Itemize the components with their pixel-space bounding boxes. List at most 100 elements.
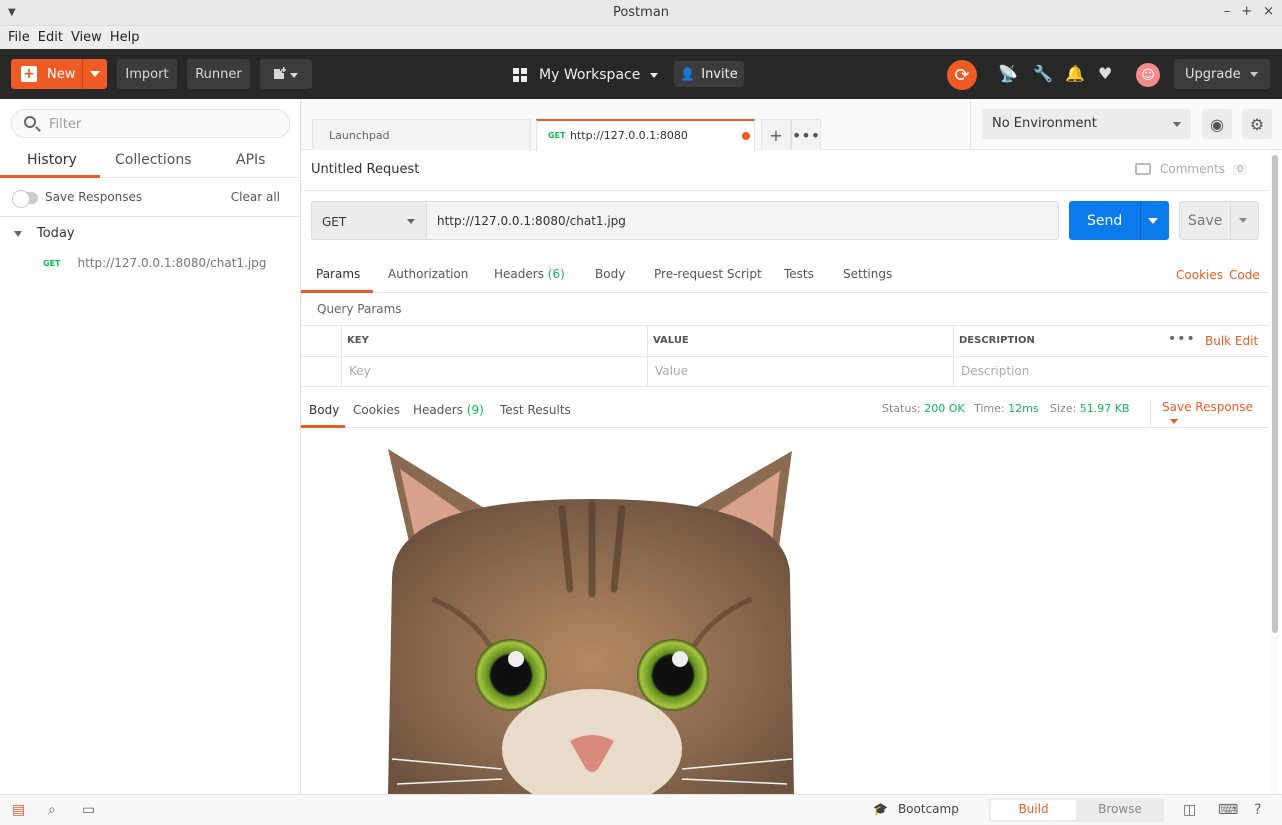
menu-edit[interactable]: Edit [34, 30, 67, 45]
console-icon[interactable]: ▭ [82, 802, 95, 818]
browse-tab[interactable]: Browse [1078, 800, 1162, 820]
clear-all-button[interactable]: Clear all [231, 190, 280, 204]
tab-prerequest-script[interactable]: Pre-request Script [654, 267, 762, 281]
search-icon [24, 116, 36, 128]
scrollbar-thumb[interactable] [1272, 155, 1278, 633]
comment-icon [1135, 163, 1151, 175]
tab-authorization[interactable]: Authorization [388, 267, 468, 281]
tab-settings[interactable]: Settings [843, 267, 892, 281]
code-link[interactable]: Code [1229, 268, 1260, 282]
filter-input[interactable]: Filter [11, 109, 290, 138]
save-divider [1230, 202, 1231, 239]
upgrade-button[interactable]: Upgrade [1174, 59, 1270, 89]
plus-icon: + [21, 66, 37, 82]
tab-response-cookies[interactable]: Cookies [353, 403, 400, 417]
save-response-button[interactable]: Save Response [1150, 400, 1269, 428]
history-group-today[interactable]: Today [14, 226, 75, 241]
tab-response-body[interactable]: Body [309, 403, 339, 417]
bootcamp-label: Bootcamp [897, 802, 959, 816]
save-button[interactable]: Save [1179, 201, 1259, 240]
comments-button[interactable]: Comments 0 [1135, 162, 1248, 176]
minimize-button[interactable]: – [1224, 4, 1231, 19]
chevron-down-icon[interactable] [90, 71, 100, 77]
send-button[interactable]: Send [1069, 201, 1169, 240]
open-new-window-button[interactable] [260, 59, 312, 89]
request-title[interactable]: Untitled Request [311, 162, 419, 177]
status-value: 200 OK [924, 402, 965, 415]
menu-bar: File Edit View Help [0, 26, 1282, 49]
tab-response-headers[interactable]: Headers (9) [413, 403, 484, 417]
tab-history[interactable]: History [27, 152, 77, 168]
two-pane-view-icon[interactable]: ◫ [1183, 802, 1196, 818]
add-tab-button[interactable]: + [761, 119, 791, 150]
menu-file[interactable]: File [4, 30, 34, 45]
query-params-title: Query Params [317, 302, 402, 316]
chevron-down-icon[interactable] [1148, 218, 1158, 224]
column-key: KEY [347, 335, 369, 346]
history-item[interactable]: GET http://127.0.0.1:8080/chat1.jpg [43, 256, 266, 270]
size-label: Size: [1050, 402, 1077, 415]
build-tab[interactable]: Build [991, 800, 1076, 820]
add-user-icon: 👤 [680, 67, 696, 81]
import-button[interactable]: Import [117, 59, 177, 89]
bulk-edit-button[interactable]: Bulk Edit [1205, 334, 1258, 348]
tab-headers[interactable]: Headers (6) [494, 267, 565, 281]
time-label: Time: [974, 402, 1005, 415]
build-browse-toggle: Build Browse [989, 798, 1164, 822]
size-value: 51.97 KB [1079, 402, 1130, 415]
wrench-icon[interactable]: 🔧 [1033, 64, 1053, 83]
invite-button[interactable]: 👤 Invite [674, 61, 744, 87]
scrollbar[interactable] [1271, 150, 1279, 794]
cookies-link[interactable]: Cookies [1176, 268, 1223, 282]
column-divider [953, 326, 954, 387]
tab-launchpad[interactable]: Launchpad [312, 119, 531, 150]
new-button[interactable]: + New [11, 59, 107, 89]
satellite-icon[interactable]: 📡 [998, 64, 1018, 83]
workspace-grid-icon [513, 68, 527, 82]
avatar[interactable]: ☺ [1136, 63, 1160, 87]
eye-icon[interactable]: ◉ [1202, 109, 1232, 139]
help-icon[interactable]: ? [1254, 802, 1261, 818]
tab-test-results[interactable]: Test Results [500, 403, 571, 417]
sync-icon[interactable]: ⟳ [947, 60, 977, 90]
value-input[interactable]: Value [655, 364, 688, 378]
heart-icon[interactable]: ♥ [1098, 64, 1112, 83]
keyboard-icon[interactable]: ⌨ [1218, 802, 1238, 818]
tab-active-request[interactable]: GET http://127.0.0.1:8080 [536, 119, 755, 151]
method-select[interactable]: GET [311, 201, 427, 240]
active-tab-indicator [0, 175, 100, 178]
sidebar-toggle-icon[interactable]: ▤ [12, 802, 25, 818]
workspace-selector[interactable]: My Workspace [513, 63, 659, 87]
chevron-down-icon [650, 72, 659, 78]
environment-selected: No Environment [992, 116, 1097, 131]
description-input[interactable]: Description [961, 364, 1029, 378]
time-value: 12ms [1008, 402, 1039, 415]
bell-icon[interactable]: 🔔 [1065, 64, 1085, 83]
runner-button[interactable]: Runner [187, 59, 250, 89]
close-button[interactable]: × [1263, 4, 1274, 19]
url-input[interactable]: http://127.0.0.1:8080/chat1.jpg [426, 201, 1059, 240]
save-responses-toggle[interactable] [12, 190, 38, 208]
tab-headers-label: Headers [494, 267, 544, 281]
tab-url: http://127.0.0.1:8080 [570, 129, 688, 142]
more-options-icon[interactable]: ••• [1168, 331, 1196, 347]
headers-count: (6) [547, 267, 565, 281]
key-input[interactable]: Key [349, 364, 371, 378]
tab-apis[interactable]: APIs [236, 152, 265, 168]
chevron-down-icon [1250, 72, 1258, 77]
tab-tests[interactable]: Tests [784, 267, 814, 281]
maximize-button[interactable]: + [1241, 4, 1252, 19]
environment-select[interactable]: No Environment [982, 109, 1191, 139]
tab-collections[interactable]: Collections [115, 152, 192, 168]
tab-body[interactable]: Body [595, 267, 625, 281]
new-button-divider [82, 59, 83, 89]
tab-params[interactable]: Params [316, 267, 360, 281]
find-icon[interactable]: ⌕ [48, 802, 56, 818]
chevron-down-icon[interactable] [1239, 218, 1247, 223]
gear-icon[interactable]: ⚙ [1242, 109, 1272, 139]
menu-view[interactable]: View [67, 30, 106, 45]
more-tabs-button[interactable]: ••• [791, 119, 821, 150]
menu-help[interactable]: Help [106, 30, 144, 45]
history-item-url: http://127.0.0.1:8080/chat1.jpg [77, 256, 267, 270]
bootcamp-button[interactable]: 🎓 Bootcamp [873, 802, 959, 816]
